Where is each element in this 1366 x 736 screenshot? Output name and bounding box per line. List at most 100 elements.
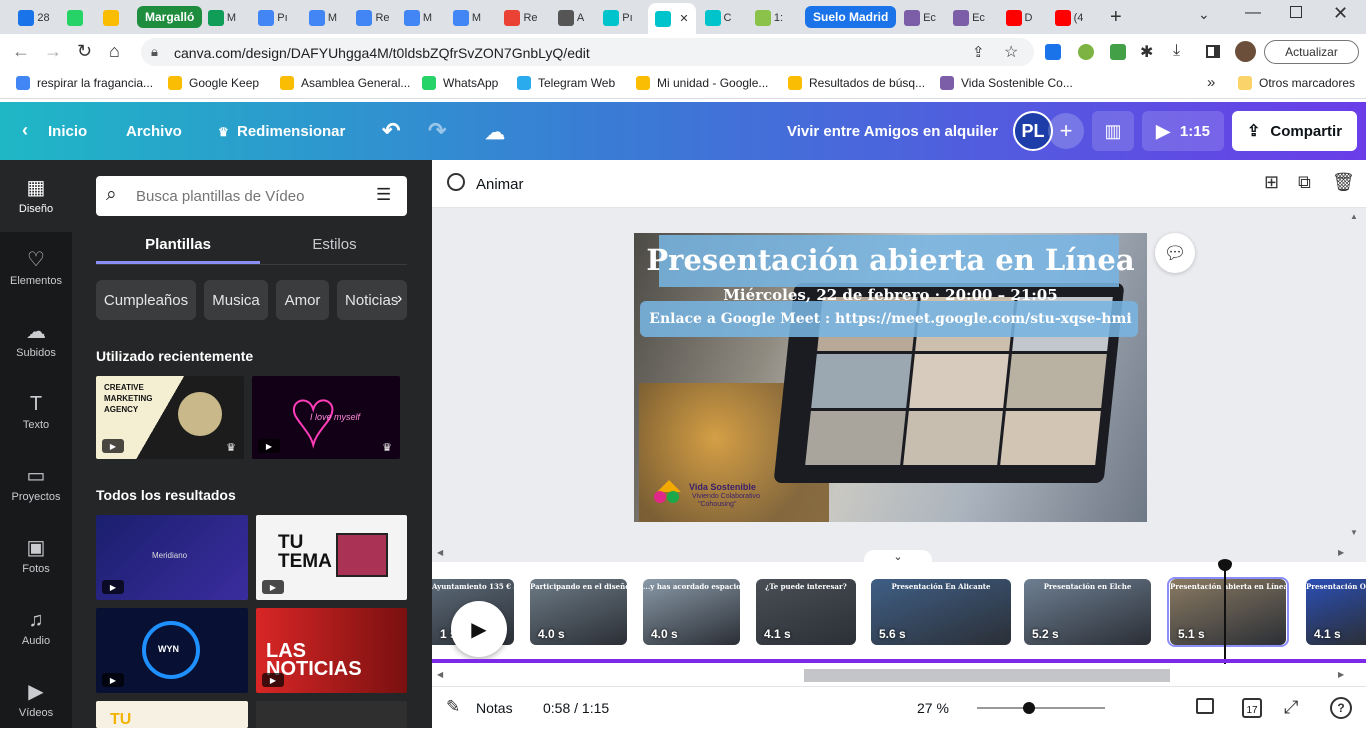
browser-tab[interactable]: ✕ bbox=[648, 3, 696, 34]
result-template-noticias[interactable]: LAS NOTICIAS ▶ bbox=[256, 608, 407, 693]
scroll-right-arrow[interactable]: ▶ bbox=[1338, 548, 1344, 557]
scroll-down-arrow[interactable]: ▼ bbox=[1350, 528, 1358, 537]
add-collaborator-button[interactable]: + bbox=[1048, 113, 1084, 149]
notes-icon[interactable]: ✎ bbox=[446, 697, 460, 717]
present-button[interactable]: ▶ 1:15 bbox=[1142, 111, 1224, 151]
other-bookmarks[interactable]: Otros marcadores bbox=[1238, 76, 1355, 90]
bookmark-item[interactable]: Telegram Web bbox=[517, 76, 615, 90]
zoom-slider-thumb[interactable] bbox=[1023, 702, 1035, 714]
browser-tab[interactable]: M bbox=[303, 5, 343, 31]
search-input[interactable] bbox=[136, 186, 366, 206]
rail-item[interactable]: ☁ Subidos bbox=[0, 304, 72, 376]
browser-tab[interactable]: 28 bbox=[14, 5, 54, 31]
insights-chart-icon[interactable]: ▥ bbox=[1092, 111, 1134, 151]
chevron-right-icon[interactable]: › bbox=[397, 290, 402, 308]
timeline-clip[interactable]: Presentación En Alicante 5.6 s bbox=[871, 579, 1011, 645]
browser-tab[interactable]: C bbox=[698, 5, 738, 31]
page-count-badge[interactable]: 17 bbox=[1242, 698, 1262, 718]
h-scroll-right-arrow[interactable]: ▶ bbox=[1338, 670, 1344, 679]
tab-group-suelo-madrid[interactable]: Suelo Madrid bbox=[805, 6, 897, 28]
timeline-clip[interactable]: Presentación On 4.1 s bbox=[1306, 579, 1366, 645]
notes-button[interactable]: Notas bbox=[476, 700, 513, 716]
chip-musica[interactable]: Musica bbox=[204, 280, 268, 320]
browser-tab[interactable]: Ec bbox=[949, 5, 989, 31]
bookmark-item[interactable]: Vida Sostenible Co... bbox=[940, 76, 1073, 90]
rail-item[interactable]: ▦ Diseño bbox=[0, 160, 72, 232]
result-template-meridiano[interactable]: Meridiano ▶ bbox=[96, 515, 248, 600]
slide-date[interactable]: Miércoles, 22 de febrero · 20:00 – 21:05 bbox=[634, 286, 1147, 304]
chevron-left-icon[interactable]: ‹ bbox=[22, 120, 28, 141]
redo-icon[interactable]: ↷ bbox=[428, 118, 446, 144]
filter-sliders-icon[interactable]: ☰ bbox=[376, 185, 391, 205]
result-template-tu-tema[interactable]: TU TEMA ▶ bbox=[256, 515, 407, 600]
extensions-puzzle-icon[interactable]: ✱ bbox=[1140, 42, 1153, 62]
tab-group-margallo[interactable]: Margalló bbox=[137, 6, 203, 28]
delete-page-icon[interactable]: 🗑︎ bbox=[1332, 172, 1355, 193]
timeline-clip[interactable]: Presentación en Elche 5.2 s bbox=[1024, 579, 1151, 645]
bookmark-item[interactable]: Asamblea General... bbox=[280, 76, 410, 90]
result-template-wyn[interactable]: WYN ▶ bbox=[96, 608, 248, 693]
browser-tab[interactable]: Pı bbox=[598, 5, 638, 31]
home-link[interactable]: Inicio bbox=[48, 123, 87, 140]
bookmark-item[interactable]: Resultados de búsq... bbox=[788, 76, 925, 90]
rail-item[interactable]: ♡ Elementos bbox=[0, 232, 72, 304]
browser-tab[interactable] bbox=[91, 5, 131, 31]
browser-tab[interactable]: M bbox=[202, 5, 242, 31]
restore-icon[interactable] bbox=[1290, 6, 1302, 18]
extension-play-icon[interactable] bbox=[1110, 44, 1126, 60]
design-title[interactable]: Vivir entre Amigos en alquiler bbox=[787, 123, 998, 140]
share-button[interactable]: ⇪ Compartir bbox=[1232, 111, 1357, 151]
browser-tab[interactable]: M bbox=[447, 5, 487, 31]
close-window-icon[interactable]: ✕ bbox=[1333, 3, 1348, 24]
rail-item[interactable]: ♫ Audio bbox=[0, 592, 72, 664]
add-page-icon[interactable]: ⊞ bbox=[1264, 172, 1279, 193]
new-tab-button[interactable]: + bbox=[1110, 6, 1122, 29]
browser-tab[interactable]: Pı bbox=[253, 5, 293, 31]
extension-plus-icon[interactable] bbox=[1078, 44, 1094, 60]
back-icon[interactable]: ← bbox=[12, 41, 30, 62]
design-canvas-slide[interactable]: Presentación abierta en Línea Miércoles,… bbox=[634, 233, 1147, 522]
animate-icon[interactable] bbox=[447, 173, 465, 191]
lock-icon[interactable]: 🔒︎ bbox=[151, 44, 158, 60]
duplicate-page-icon[interactable]: ⧉ bbox=[1298, 172, 1311, 193]
scroll-up-arrow[interactable]: ▲ bbox=[1350, 212, 1358, 221]
zoom-percent[interactable]: 27 % bbox=[917, 700, 949, 716]
slide-link[interactable]: Enlace a Google Meet : https://meet.goog… bbox=[634, 311, 1147, 327]
animate-button[interactable]: Animar bbox=[476, 176, 524, 193]
bookmark-item[interactable]: respirar la fragancia... bbox=[16, 76, 153, 90]
share-page-icon[interactable]: ⇪ bbox=[972, 43, 985, 61]
bookmark-item[interactable]: Mi unidad - Google... bbox=[636, 76, 768, 90]
browser-tab[interactable]: (4 bbox=[1049, 5, 1089, 31]
zoom-slider-track[interactable] bbox=[977, 707, 1105, 709]
collaborator-avatar[interactable]: PL bbox=[1013, 111, 1053, 151]
timeline-clip[interactable]: Participando en el diseño de las viviend… bbox=[530, 579, 627, 645]
browser-tab[interactable] bbox=[55, 5, 95, 31]
help-button[interactable]: ? bbox=[1330, 697, 1352, 719]
browser-tab[interactable]: 1: bbox=[749, 5, 789, 31]
browser-tab[interactable]: A bbox=[551, 5, 591, 31]
tab-search-icon[interactable]: ⌄ bbox=[1198, 6, 1210, 23]
resize-button[interactable]: Redimensionar bbox=[237, 123, 345, 140]
grid-view-icon[interactable] bbox=[1196, 698, 1214, 714]
browser-tab[interactable]: Re bbox=[353, 5, 393, 31]
browser-tab[interactable]: M bbox=[398, 5, 438, 31]
fullscreen-icon[interactable]: ⤢ bbox=[1284, 697, 1298, 718]
forward-icon[interactable]: → bbox=[44, 41, 62, 62]
extension-d-icon[interactable] bbox=[1045, 44, 1061, 60]
rail-item[interactable]: ▭ Proyectos bbox=[0, 448, 72, 520]
h-scroll-left-arrow[interactable]: ◀ bbox=[437, 670, 443, 679]
scroll-left-arrow[interactable]: ◀ bbox=[437, 548, 443, 557]
browser-tab[interactable]: D bbox=[999, 5, 1039, 31]
undo-icon[interactable]: ↶ bbox=[382, 118, 400, 144]
bookmark-item[interactable]: WhatsApp bbox=[422, 76, 498, 90]
bookmarks-overflow[interactable]: » bbox=[1207, 74, 1215, 91]
side-panel-icon[interactable] bbox=[1206, 45, 1220, 58]
result-template-dark[interactable] bbox=[256, 701, 407, 728]
update-button[interactable]: Actualizar bbox=[1264, 40, 1359, 64]
reload-icon[interactable]: ↻ bbox=[77, 41, 92, 62]
close-tab-icon[interactable]: ✕ bbox=[679, 12, 688, 25]
recent-template-heart[interactable]: ♥ I love myself ▶ ♛ bbox=[252, 376, 400, 459]
home-icon[interactable]: ⌂ bbox=[109, 41, 120, 62]
playhead-line[interactable] bbox=[1224, 568, 1226, 664]
timeline-clip[interactable]: ...y has acordado espacios 4.0 s bbox=[643, 579, 740, 645]
